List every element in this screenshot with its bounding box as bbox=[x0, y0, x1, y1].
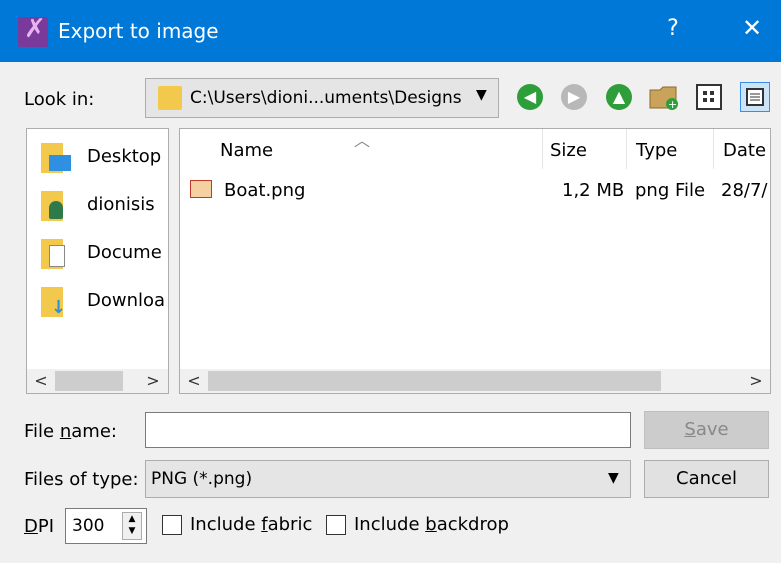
column-header-name[interactable]: Name bbox=[220, 140, 273, 161]
dpi-value[interactable]: 300 bbox=[72, 516, 104, 536]
new-folder-button[interactable]: + bbox=[648, 82, 680, 112]
look-in-label: Look in: bbox=[24, 89, 95, 110]
sidebar-horizontal-scrollbar[interactable]: < > bbox=[27, 369, 168, 393]
scroll-thumb[interactable] bbox=[55, 371, 123, 391]
user-folder-icon bbox=[41, 191, 63, 221]
png-file-icon bbox=[190, 180, 212, 198]
file-date: 28/7/ bbox=[721, 180, 768, 201]
scroll-thumb[interactable] bbox=[208, 371, 661, 391]
column-header-size[interactable]: Size bbox=[550, 140, 587, 161]
close-button[interactable]: ✕ bbox=[735, 14, 769, 48]
cancel-button[interactable]: Cancel bbox=[644, 460, 769, 498]
detail-view-button[interactable] bbox=[740, 82, 770, 112]
file-type-dropdown[interactable]: PNG (*.png) ▼ bbox=[145, 460, 631, 498]
file-type-label: Files of type: bbox=[24, 469, 139, 490]
help-button[interactable]: ? bbox=[658, 16, 688, 46]
desktop-icon bbox=[41, 143, 71, 173]
chevron-down-icon[interactable]: ▼ bbox=[476, 87, 487, 103]
look-in-path: C:\Users\dioni...uments\Designs bbox=[190, 88, 462, 108]
scroll-left-button[interactable]: < bbox=[182, 369, 206, 393]
svg-text:+: + bbox=[668, 98, 677, 111]
column-header-type[interactable]: Type bbox=[636, 140, 677, 161]
save-button[interactable]: Save bbox=[644, 411, 769, 449]
sidebar-item-label: dionisis bbox=[87, 194, 155, 215]
documents-icon bbox=[41, 239, 65, 269]
look-in-dropdown[interactable]: C:\Users\dioni...uments\Designs ▼ bbox=[145, 78, 499, 118]
scroll-left-button[interactable]: < bbox=[29, 369, 53, 393]
file-name[interactable]: Boat.png bbox=[224, 180, 305, 201]
column-header-date[interactable]: Date bbox=[723, 140, 766, 161]
window-title: Export to image bbox=[58, 19, 219, 43]
downloads-icon: ↓ bbox=[41, 287, 66, 318]
scroll-right-button[interactable]: > bbox=[141, 369, 165, 393]
dpi-label: DPI bbox=[24, 516, 55, 537]
include-fabric-label[interactable]: Include fabric bbox=[190, 514, 312, 535]
include-backdrop-checkbox[interactable] bbox=[326, 515, 346, 535]
sidebar-item-label: Docume bbox=[87, 242, 162, 263]
scroll-right-button[interactable]: > bbox=[744, 369, 768, 393]
filelist-horizontal-scrollbar[interactable]: < > bbox=[180, 369, 770, 393]
column-divider[interactable] bbox=[542, 129, 543, 169]
column-divider[interactable] bbox=[713, 129, 714, 169]
file-list[interactable]: ︿ Name Size Type Date Boat.png 1,2 MB pn… bbox=[179, 128, 771, 394]
file-name-label: File name: bbox=[24, 421, 117, 442]
app-logo-icon: ✗ bbox=[18, 14, 48, 47]
include-backdrop-label[interactable]: Include backdrop bbox=[354, 514, 509, 535]
dpi-stepper[interactable]: ▲ ▼ bbox=[122, 512, 142, 540]
new-folder-icon: + bbox=[649, 86, 678, 111]
forward-button[interactable]: ▶ bbox=[561, 84, 587, 110]
chevron-down-icon[interactable]: ▼ bbox=[608, 470, 619, 486]
sidebar-item-label: Downloa bbox=[87, 290, 166, 311]
up-folder-button[interactable]: ▲ bbox=[606, 84, 632, 110]
list-view-icon bbox=[703, 91, 714, 102]
column-divider[interactable] bbox=[626, 129, 627, 169]
file-type: png File bbox=[635, 180, 706, 201]
back-button[interactable]: ◀ bbox=[517, 84, 543, 110]
list-view-button[interactable] bbox=[696, 84, 722, 110]
file-size: 1,2 MB bbox=[562, 180, 625, 201]
folder-icon bbox=[158, 86, 182, 110]
detail-view-icon bbox=[746, 88, 764, 106]
title-bar[interactable]: ✗ Export to image ? ✕ bbox=[0, 0, 781, 62]
file-name-input[interactable] bbox=[145, 412, 631, 448]
file-type-value: PNG (*.png) bbox=[151, 469, 253, 489]
places-sidebar[interactable]: Desktop dionisis Docume ↓ Downloa < > bbox=[26, 128, 169, 394]
sort-ascending-icon: ︿ bbox=[354, 131, 371, 150]
include-fabric-checkbox[interactable] bbox=[162, 515, 182, 535]
sidebar-item-label: Desktop bbox=[87, 146, 162, 167]
dpi-spinbox[interactable]: 300 ▲ ▼ bbox=[65, 508, 147, 544]
